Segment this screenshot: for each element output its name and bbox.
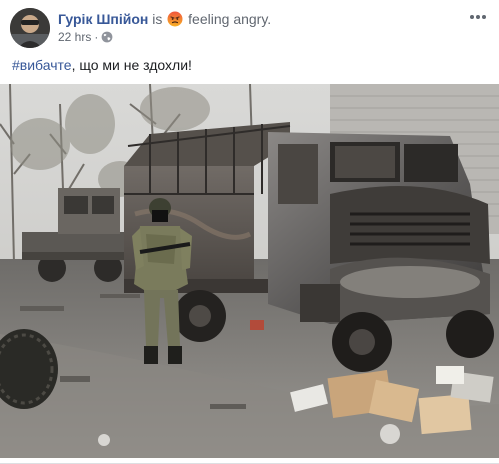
post-timestamp[interactable]: 22 hrs [58, 30, 91, 44]
is-label: is [152, 11, 163, 27]
feeling-label: feeling angry. [188, 11, 272, 27]
globe-icon[interactable] [101, 31, 113, 43]
author-name-link[interactable]: Гурік Шпійон [58, 11, 148, 27]
facebook-post: Гурік Шпійон is feeling angry. 22 hrs· [0, 0, 499, 464]
author-line: Гурік Шпійон is feeling angry. [58, 10, 271, 28]
more-options-icon [470, 15, 486, 19]
post-photo[interactable] [0, 84, 499, 458]
hashtag-link[interactable]: #вибачте [12, 57, 72, 73]
angry-face-icon [167, 11, 183, 27]
post-message-text: , що ми не здохли! [71, 57, 192, 73]
author-avatar[interactable] [10, 8, 50, 48]
burned-trucks-photo [0, 84, 499, 458]
meta-separator: · [94, 30, 99, 44]
post-message: #вибачте, що ми не здохли! [12, 56, 192, 74]
post-meta: 22 hrs · [58, 29, 113, 45]
post-header: Гурік Шпійон is feeling angry. 22 hrs · [10, 6, 489, 50]
more-options-button[interactable] [467, 10, 489, 24]
